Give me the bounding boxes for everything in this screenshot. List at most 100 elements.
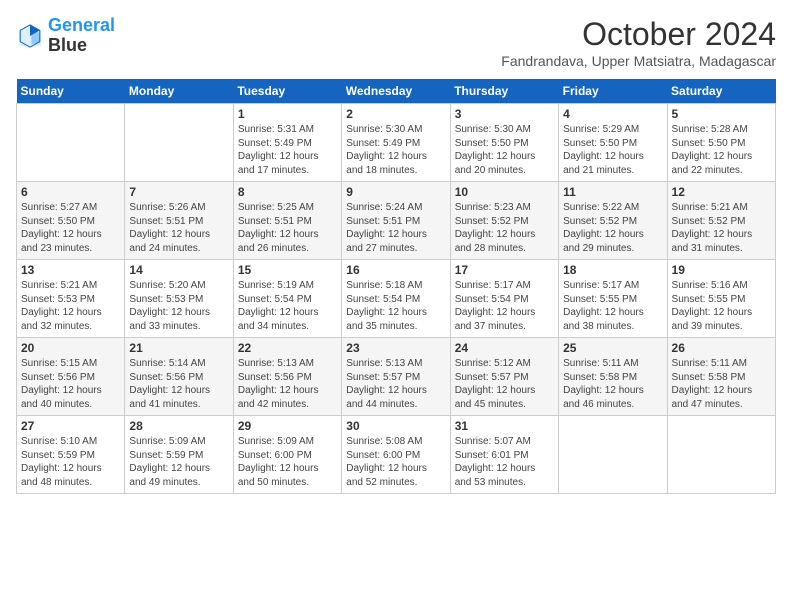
day-number: 22 (238, 341, 337, 355)
calendar-body: 1Sunrise: 5:31 AM Sunset: 5:49 PM Daylig… (17, 104, 776, 494)
calendar-week: 6 Sunrise: 5:27 AM Sunset: 5:50 PM Daylig… (17, 182, 776, 260)
day-info: Sunrise: 5:24 AM Sunset: 5:51 PM Dayligh… (346, 201, 445, 255)
day-info: Sunrise: 5:22 AM Sunset: 5:52 PM Dayligh… (563, 201, 662, 255)
calendar-cell: 10Sunrise: 5:23 AM Sunset: 5:52 PM Dayli… (450, 182, 558, 260)
calendar-cell: 7Sunrise: 5:26 AM Sunset: 5:51 PM Daylig… (125, 182, 233, 260)
day-number: 5 (672, 107, 771, 121)
calendar-header: SundayMondayTuesdayWednesdayThursdayFrid… (17, 79, 776, 104)
day-number: 26 (672, 341, 771, 355)
day-info: Sunrise: 5:17 AM Sunset: 5:55 PM Dayligh… (563, 279, 662, 333)
day-number: 28 (129, 419, 228, 433)
day-number: 8 (238, 185, 337, 199)
day-info: Sunrise: 5:21 AM Sunset: 5:52 PM Dayligh… (672, 201, 771, 255)
calendar-cell: 3 Sunrise: 5:30 AM Sunset: 5:50 PM Daylig… (450, 104, 558, 182)
calendar-cell: 31 Sunrise: 5:07 AM Sunset: 6:01 PM Dayli… (450, 416, 558, 494)
day-header: Sunday (17, 79, 125, 104)
day-header: Monday (125, 79, 233, 104)
calendar-cell (17, 104, 125, 182)
day-header: Friday (559, 79, 667, 104)
day-info: Sunrise: 5:27 AM Sunset: 5:50 PM Dayligh… (21, 201, 120, 255)
calendar-week: 27 Sunrise: 5:10 AM Sunset: 5:59 PM Dayli… (17, 416, 776, 494)
day-number: 11 (563, 185, 662, 199)
day-number: 14 (129, 263, 228, 277)
calendar-cell: 5 Sunrise: 5:28 AM Sunset: 5:50 PM Daylig… (667, 104, 775, 182)
location-subtitle: Fandrandava, Upper Matsiatra, Madagascar (501, 53, 776, 69)
calendar-cell: 19 Sunrise: 5:16 AM Sunset: 5:55 PM Dayli… (667, 260, 775, 338)
logo-icon (16, 22, 44, 50)
day-info: Sunrise: 5:13 AM Sunset: 5:56 PM Dayligh… (238, 357, 337, 411)
calendar-cell: 27 Sunrise: 5:10 AM Sunset: 5:59 PM Dayli… (17, 416, 125, 494)
calendar-table: SundayMondayTuesdayWednesdayThursdayFrid… (16, 79, 776, 494)
day-number: 30 (346, 419, 445, 433)
day-info: Sunrise: 5:19 AM Sunset: 5:54 PM Dayligh… (238, 279, 337, 333)
day-info: Sunrise: 5:11 AM Sunset: 5:58 PM Dayligh… (672, 357, 771, 411)
day-info: Sunrise: 5:25 AM Sunset: 5:51 PM Dayligh… (238, 201, 337, 255)
calendar-cell: 1Sunrise: 5:31 AM Sunset: 5:49 PM Daylig… (233, 104, 341, 182)
calendar-cell: 26 Sunrise: 5:11 AM Sunset: 5:58 PM Dayli… (667, 338, 775, 416)
calendar-cell: 12 Sunrise: 5:21 AM Sunset: 5:52 PM Dayli… (667, 182, 775, 260)
day-number: 12 (672, 185, 771, 199)
day-info: Sunrise: 5:12 AM Sunset: 5:57 PM Dayligh… (455, 357, 554, 411)
day-info: Sunrise: 5:30 AM Sunset: 5:50 PM Dayligh… (455, 123, 554, 177)
day-number: 27 (21, 419, 120, 433)
calendar-cell: 8 Sunrise: 5:25 AM Sunset: 5:51 PM Daylig… (233, 182, 341, 260)
calendar-cell: 16Sunrise: 5:18 AM Sunset: 5:54 PM Dayli… (342, 260, 450, 338)
day-number: 4 (563, 107, 662, 121)
calendar-cell (667, 416, 775, 494)
day-info: Sunrise: 5:17 AM Sunset: 5:54 PM Dayligh… (455, 279, 554, 333)
day-info: Sunrise: 5:29 AM Sunset: 5:50 PM Dayligh… (563, 123, 662, 177)
day-number: 15 (238, 263, 337, 277)
day-info: Sunrise: 5:09 AM Sunset: 5:59 PM Dayligh… (129, 435, 228, 489)
calendar-cell: 14 Sunrise: 5:20 AM Sunset: 5:53 PM Dayli… (125, 260, 233, 338)
day-info: Sunrise: 5:31 AM Sunset: 5:49 PM Dayligh… (238, 123, 337, 177)
day-number: 21 (129, 341, 228, 355)
day-number: 9 (346, 185, 445, 199)
calendar-week: 13Sunrise: 5:21 AM Sunset: 5:53 PM Dayli… (17, 260, 776, 338)
day-info: Sunrise: 5:07 AM Sunset: 6:01 PM Dayligh… (455, 435, 554, 489)
day-info: Sunrise: 5:30 AM Sunset: 5:49 PM Dayligh… (346, 123, 445, 177)
day-number: 7 (129, 185, 228, 199)
calendar-cell: 4 Sunrise: 5:29 AM Sunset: 5:50 PM Daylig… (559, 104, 667, 182)
day-info: Sunrise: 5:28 AM Sunset: 5:50 PM Dayligh… (672, 123, 771, 177)
calendar-cell: 21 Sunrise: 5:14 AM Sunset: 5:56 PM Dayli… (125, 338, 233, 416)
day-number: 19 (672, 263, 771, 277)
calendar-cell: 23 Sunrise: 5:13 AM Sunset: 5:57 PM Dayli… (342, 338, 450, 416)
day-number: 13 (21, 263, 120, 277)
calendar-cell: 25Sunrise: 5:11 AM Sunset: 5:58 PM Dayli… (559, 338, 667, 416)
calendar-cell: 2 Sunrise: 5:30 AM Sunset: 5:49 PM Daylig… (342, 104, 450, 182)
day-number: 29 (238, 419, 337, 433)
day-info: Sunrise: 5:09 AM Sunset: 6:00 PM Dayligh… (238, 435, 337, 489)
calendar-cell: 13Sunrise: 5:21 AM Sunset: 5:53 PM Dayli… (17, 260, 125, 338)
day-header: Thursday (450, 79, 558, 104)
day-info: Sunrise: 5:16 AM Sunset: 5:55 PM Dayligh… (672, 279, 771, 333)
calendar-cell: 28 Sunrise: 5:09 AM Sunset: 5:59 PM Dayli… (125, 416, 233, 494)
day-number: 6 (21, 185, 120, 199)
day-info: Sunrise: 5:13 AM Sunset: 5:57 PM Dayligh… (346, 357, 445, 411)
day-info: Sunrise: 5:10 AM Sunset: 5:59 PM Dayligh… (21, 435, 120, 489)
day-info: Sunrise: 5:23 AM Sunset: 5:52 PM Dayligh… (455, 201, 554, 255)
day-number: 25 (563, 341, 662, 355)
day-info: Sunrise: 5:15 AM Sunset: 5:56 PM Dayligh… (21, 357, 120, 411)
calendar-week: 1Sunrise: 5:31 AM Sunset: 5:49 PM Daylig… (17, 104, 776, 182)
day-number: 2 (346, 107, 445, 121)
calendar-cell: 17Sunrise: 5:17 AM Sunset: 5:54 PM Dayli… (450, 260, 558, 338)
day-number: 24 (455, 341, 554, 355)
calendar-cell: 18 Sunrise: 5:17 AM Sunset: 5:55 PM Dayli… (559, 260, 667, 338)
calendar-cell: 30Sunrise: 5:08 AM Sunset: 6:00 PM Dayli… (342, 416, 450, 494)
day-info: Sunrise: 5:14 AM Sunset: 5:56 PM Dayligh… (129, 357, 228, 411)
logo-text: General Blue (48, 16, 115, 56)
day-number: 23 (346, 341, 445, 355)
day-number: 31 (455, 419, 554, 433)
day-number: 18 (563, 263, 662, 277)
page-header: General Blue October 2024 Fandrandava, U… (16, 16, 776, 69)
day-number: 20 (21, 341, 120, 355)
day-number: 3 (455, 107, 554, 121)
title-block: October 2024 Fandrandava, Upper Matsiatr… (501, 16, 776, 69)
day-info: Sunrise: 5:20 AM Sunset: 5:53 PM Dayligh… (129, 279, 228, 333)
day-info: Sunrise: 5:18 AM Sunset: 5:54 PM Dayligh… (346, 279, 445, 333)
calendar-cell: 11 Sunrise: 5:22 AM Sunset: 5:52 PM Dayli… (559, 182, 667, 260)
month-title: October 2024 (501, 16, 776, 53)
calendar-cell: 29 Sunrise: 5:09 AM Sunset: 6:00 PM Dayli… (233, 416, 341, 494)
calendar-cell: 24 Sunrise: 5:12 AM Sunset: 5:57 PM Dayli… (450, 338, 558, 416)
calendar-cell: 20 Sunrise: 5:15 AM Sunset: 5:56 PM Dayli… (17, 338, 125, 416)
